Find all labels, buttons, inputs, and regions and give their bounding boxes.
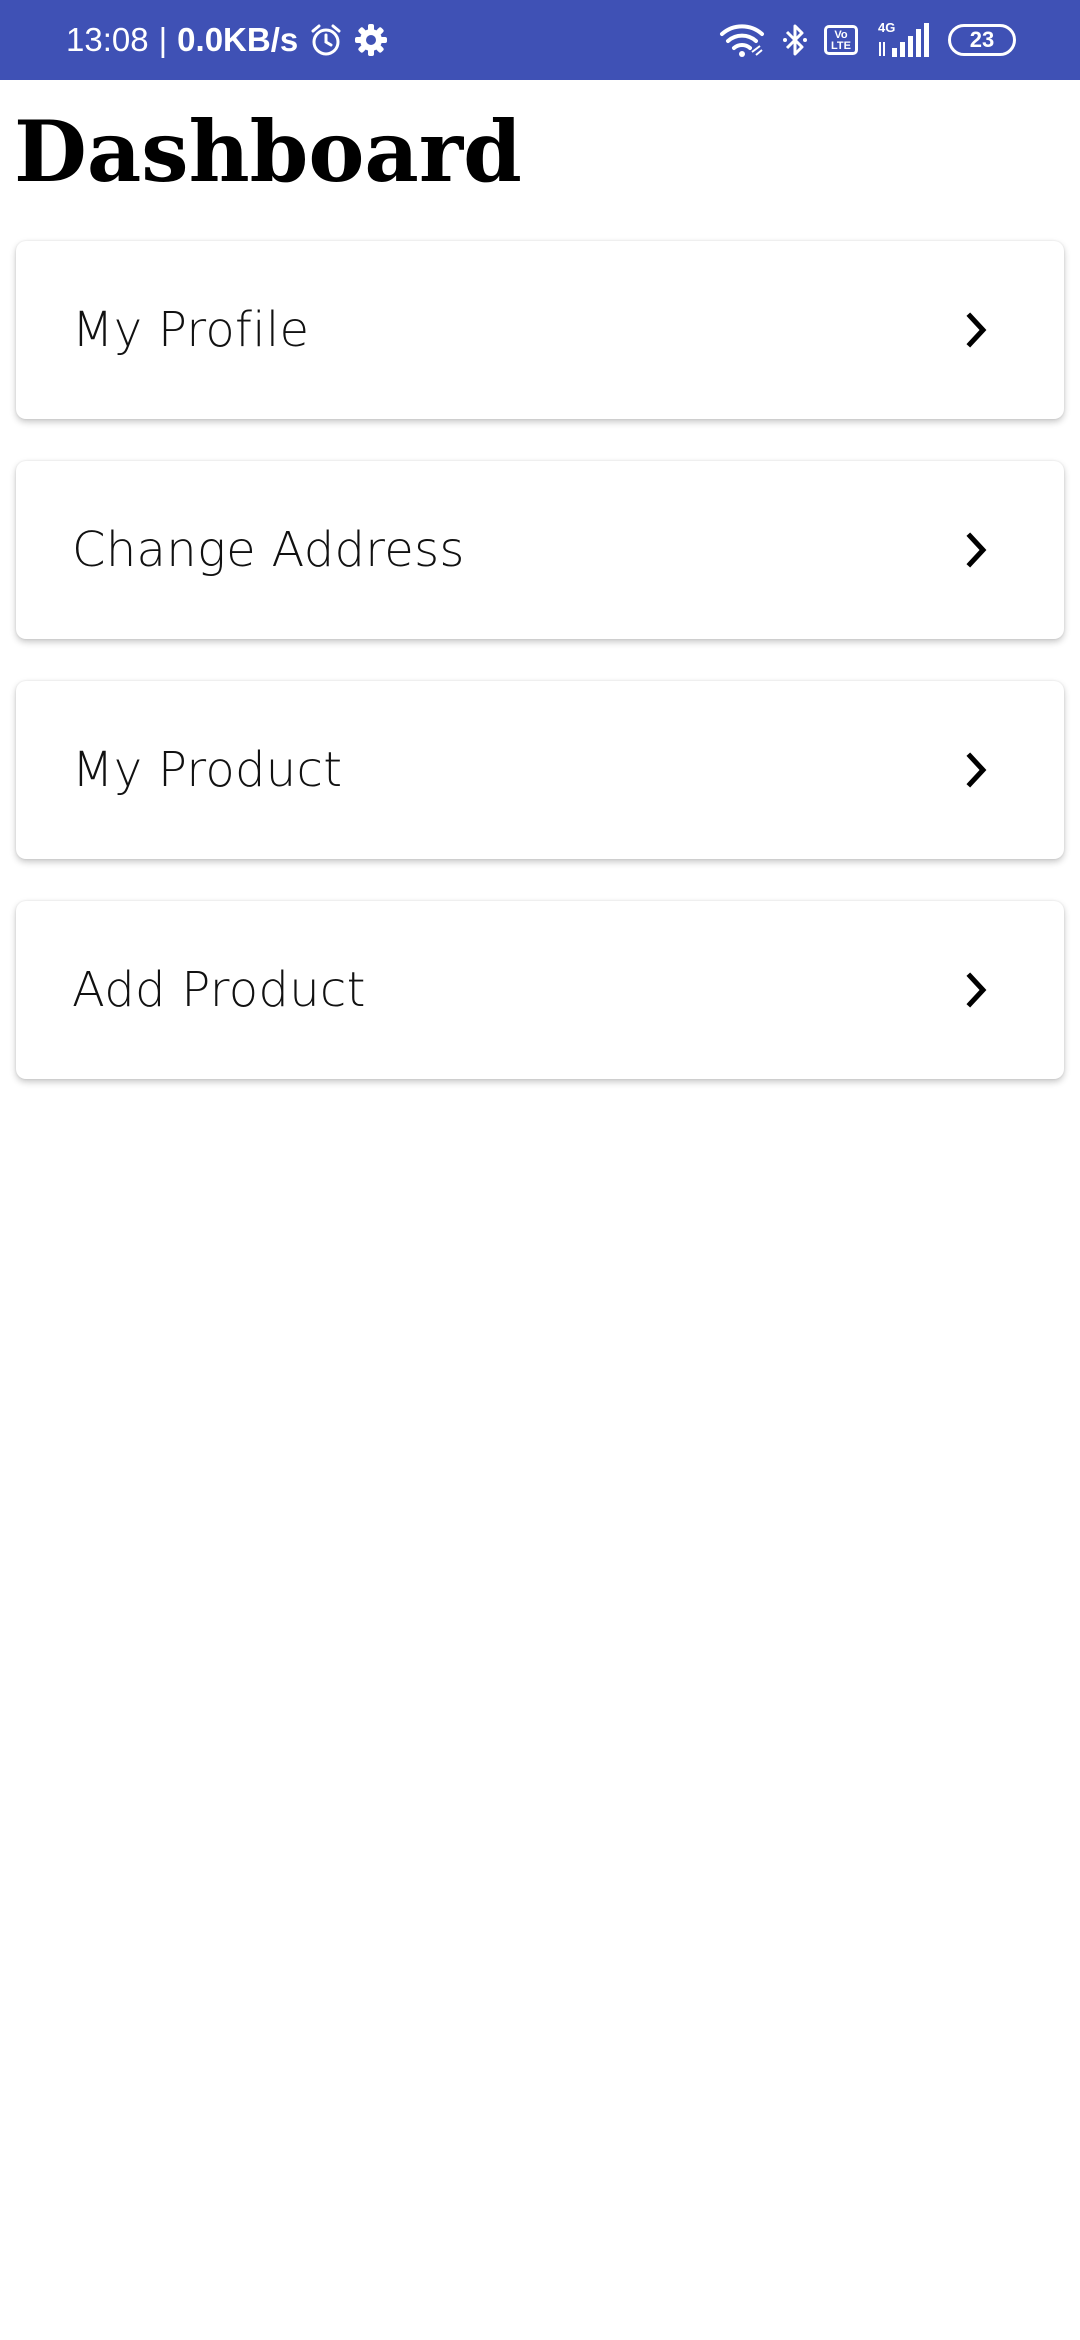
status-separator: | — [158, 21, 168, 58]
chevron-right-icon — [958, 312, 994, 348]
status-time: 13:08 — [66, 21, 149, 58]
menu-item-my-product[interactable]: My Product — [16, 681, 1064, 859]
volte-text-top: Vo — [834, 28, 848, 41]
signal-4g-icon: 4G — [874, 20, 932, 60]
wifi-icon — [718, 22, 766, 58]
menu-item-my-profile[interactable]: My Profile — [16, 241, 1064, 419]
menu-item-label: Add Product — [72, 962, 366, 1018]
status-right: Vo LTE 4G 23 — [718, 0, 1016, 80]
dashboard-menu: My Profile Change Address My Product Add… — [16, 241, 1064, 1121]
menu-item-label: My Product — [72, 742, 343, 798]
status-net-speed: 0.0KB/s — [177, 21, 299, 58]
battery-level: 23 — [969, 27, 995, 52]
chevron-right-icon — [958, 972, 994, 1008]
volte-icon: Vo LTE — [824, 25, 858, 55]
status-left: 13:08 | 0.0KB/s — [66, 0, 388, 80]
page-title: Dashboard — [14, 102, 522, 201]
chevron-right-icon — [958, 532, 994, 568]
menu-item-label: My Profile — [72, 302, 310, 358]
menu-item-change-address[interactable]: Change Address — [16, 461, 1064, 639]
alarm-icon — [308, 22, 344, 58]
battery-icon: 23 — [948, 24, 1016, 56]
settings-icon — [354, 23, 388, 57]
status-bar: 13:08 | 0.0KB/s Vo LTE 4G 23 — [0, 0, 1080, 80]
chevron-right-icon — [958, 752, 994, 788]
bluetooth-icon — [782, 22, 808, 58]
volte-text-bottom: LTE — [831, 39, 851, 52]
menu-item-label: Change Address — [72, 522, 465, 578]
menu-item-add-product[interactable]: Add Product — [16, 901, 1064, 1079]
